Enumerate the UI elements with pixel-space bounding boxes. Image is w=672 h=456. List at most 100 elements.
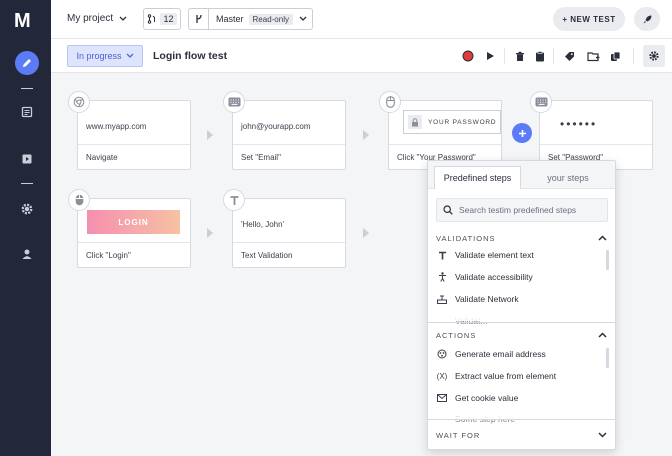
step-label: Set "Email" xyxy=(241,153,281,162)
new-test-button[interactable]: + NEW TEST xyxy=(553,7,625,31)
rocket-icon xyxy=(643,15,651,23)
step-type-badge xyxy=(223,91,245,113)
step-item-validate-network[interactable]: Validate Network xyxy=(436,292,519,306)
chevron-down-icon xyxy=(299,16,307,21)
section-divider xyxy=(428,322,615,323)
variable-icon: (X) xyxy=(436,371,448,381)
toolbar-divider xyxy=(553,48,554,64)
step-item-label: Get cookie value xyxy=(455,393,519,403)
section-actions[interactable]: ACTIONS xyxy=(428,328,615,342)
actions-scrollbar[interactable] xyxy=(606,348,609,368)
gear-icon xyxy=(21,203,33,215)
step-item-validate-accessibility[interactable]: Validate accessibility xyxy=(436,270,533,284)
sidebar: M xyxy=(0,0,51,456)
sidebar-item-settings[interactable] xyxy=(18,200,36,218)
step-type-badge xyxy=(223,189,245,211)
sidebar-item-list[interactable] xyxy=(18,103,36,121)
password-placeholder: YOUR PASSWORD xyxy=(428,118,497,126)
section-title: VALIDATIONS xyxy=(436,233,496,243)
chevron-up-icon xyxy=(598,332,607,338)
branch-icon-box xyxy=(189,9,209,29)
test-title[interactable]: Login flow test xyxy=(153,50,227,62)
step-type-badge xyxy=(530,91,552,113)
mouse-icon xyxy=(75,194,83,206)
search-input[interactable] xyxy=(459,205,599,215)
step-connector-arrow xyxy=(207,130,213,140)
read-only-badge: Read-only xyxy=(248,13,293,25)
step-content: 'Hello, John' xyxy=(233,199,345,243)
step-type-badge xyxy=(68,91,90,113)
step-card-login[interactable]: LOGIN Click "Login" xyxy=(77,198,191,268)
delete-button[interactable] xyxy=(512,48,528,64)
step-item-generate-email[interactable]: Generate email address xyxy=(436,347,546,361)
step-card-text-validation[interactable]: 'Hello, John' Text Validation xyxy=(232,198,346,268)
step-type-badge xyxy=(379,91,401,113)
step-item-label: Validate Network xyxy=(455,294,519,304)
panel-tabs: Predefined steps your steps xyxy=(428,161,615,189)
step-item-label: Extract value from element xyxy=(455,371,557,381)
sidebar-item-editor[interactable] xyxy=(15,51,39,75)
chevron-up-icon xyxy=(598,235,607,241)
play-icon xyxy=(22,154,32,164)
sidebar-divider xyxy=(21,183,33,184)
sidebar-item-runs[interactable] xyxy=(18,150,36,168)
section-validations[interactable]: VALIDATIONS xyxy=(428,231,615,245)
validations-scrollbar[interactable] xyxy=(606,250,609,270)
step-label: Text Validation xyxy=(241,251,293,260)
toolbar-divider xyxy=(504,48,505,64)
user-icon xyxy=(22,249,32,259)
step-item-label: Validate accessibility xyxy=(455,272,533,282)
section-title: WAIT FOR xyxy=(436,430,481,440)
section-wait-for[interactable]: WAIT FOR xyxy=(428,428,615,442)
copy-button[interactable] xyxy=(607,48,623,64)
step-type-badge xyxy=(68,189,90,211)
clipboard-button[interactable] xyxy=(532,48,548,64)
run-button[interactable] xyxy=(634,7,660,31)
status-dropdown[interactable]: In progress xyxy=(67,45,143,67)
keyboard-icon xyxy=(228,97,240,107)
play-button[interactable] xyxy=(482,48,498,64)
play-icon xyxy=(487,52,494,60)
text-icon xyxy=(436,251,448,260)
step-item-get-cookie[interactable]: Get cookie value xyxy=(436,391,518,405)
step-content: YOUR PASSWORD xyxy=(389,101,501,145)
step-item-validate-text[interactable]: Validate element text xyxy=(436,248,534,262)
tab-your-steps[interactable]: your steps xyxy=(528,166,608,189)
step-content: www.myapp.com xyxy=(78,101,190,145)
project-selector[interactable]: My project xyxy=(67,13,127,24)
pull-request-count: 12 xyxy=(160,13,177,25)
chevron-down-icon xyxy=(119,16,127,21)
step-content: •••••• xyxy=(540,101,652,145)
predefined-steps-panel: Predefined steps your steps VALIDATIONS … xyxy=(427,160,616,450)
step-item-extract-value[interactable]: (X) Extract value from element xyxy=(436,369,556,383)
search-box xyxy=(436,198,608,222)
chrome-icon xyxy=(73,96,85,108)
test-toolbar: In progress Login flow test xyxy=(51,39,672,73)
step-card-navigate[interactable]: www.myapp.com Navigate xyxy=(77,100,191,170)
step-item-label: Validate element text xyxy=(455,250,534,260)
copy-icon xyxy=(610,51,620,61)
test-settings-button[interactable] xyxy=(643,45,665,67)
tab-predefined-steps[interactable]: Predefined steps xyxy=(434,166,521,189)
record-icon xyxy=(462,50,474,62)
step-card-email[interactable]: john@yourapp.com Set "Email" xyxy=(232,100,346,170)
search-icon xyxy=(443,205,453,215)
step-connector-arrow xyxy=(363,130,369,140)
clipboard-icon xyxy=(536,50,544,61)
list-fade xyxy=(428,411,615,419)
section-title: ACTIONS xyxy=(436,330,477,340)
sidebar-item-profile[interactable] xyxy=(18,245,36,263)
step-label: Navigate xyxy=(86,153,118,162)
step-label: Click "Login" xyxy=(86,251,131,260)
add-folder-button[interactable] xyxy=(585,48,601,64)
project-name: My project xyxy=(67,13,114,24)
top-bar: My project 12 Master Read-only + NEW TES… xyxy=(51,0,672,39)
tag-button[interactable] xyxy=(561,48,577,64)
pull-requests-button[interactable]: 12 xyxy=(143,8,181,30)
keyboard-icon xyxy=(535,97,547,107)
trash-icon xyxy=(516,51,524,61)
record-button[interactable] xyxy=(460,48,476,64)
add-step-button[interactable] xyxy=(512,123,532,143)
app-logo[interactable]: M xyxy=(14,10,38,32)
branch-selector[interactable]: Master Read-only xyxy=(188,8,313,30)
